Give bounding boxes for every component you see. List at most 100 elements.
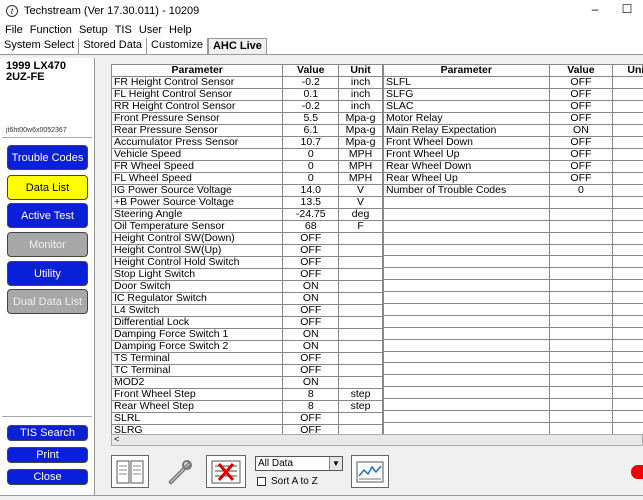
table-row[interactable]: FL Height Control Sensor 0.1 inch xyxy=(111,88,383,101)
trouble-codes-button[interactable]: Trouble Codes xyxy=(7,145,88,170)
table-row[interactable]: SLFG OFF xyxy=(383,88,643,101)
table-row[interactable]: FR Height Control Sensor -0.2 inch xyxy=(111,76,383,89)
menu-help[interactable]: Help xyxy=(169,24,192,36)
table-row[interactable] xyxy=(383,398,643,412)
table-row[interactable] xyxy=(383,279,643,293)
table-row[interactable]: SLFL OFF xyxy=(383,76,643,89)
column-header-unit[interactable]: Unit xyxy=(612,64,643,77)
table-row[interactable] xyxy=(383,326,643,340)
compare-data-icon[interactable] xyxy=(206,455,246,488)
list-view-icon[interactable] xyxy=(111,455,149,488)
table-row[interactable]: Accumulator Press Sensor 10.7 Mpa-g xyxy=(111,136,383,149)
table-row[interactable] xyxy=(383,410,643,423)
table-row[interactable]: Motor Relay OFF xyxy=(383,112,643,125)
table-row[interactable]: TC Terminal OFF xyxy=(111,364,383,377)
table-row[interactable]: Steering Angle -24.75 deg xyxy=(111,208,383,221)
graph-view-icon[interactable] xyxy=(351,455,389,488)
table-row[interactable]: IC Regulator Switch ON xyxy=(111,292,383,305)
data-list-button[interactable]: Data List xyxy=(7,175,88,200)
table-row[interactable] xyxy=(383,362,643,376)
table-row[interactable]: FR Wheel Speed 0 MPH xyxy=(111,160,383,173)
table-row[interactable]: Damping Force Switch 1 ON xyxy=(111,328,383,341)
column-header-unit[interactable]: Unit xyxy=(338,64,383,77)
table-row[interactable] xyxy=(383,338,643,352)
menu-tis[interactable]: TIS xyxy=(115,24,132,36)
table-row[interactable]: FL Wheel Speed 0 MPH xyxy=(111,172,383,185)
checkbox-box[interactable] xyxy=(257,477,266,486)
table-row[interactable]: Number of Trouble Codes 0 xyxy=(383,184,643,197)
table-row[interactable]: MOD2 ON xyxy=(111,376,383,389)
table-row[interactable]: +B Power Source Voltage 13.5 V xyxy=(111,196,383,209)
table-row[interactable] xyxy=(383,374,643,388)
table-row[interactable] xyxy=(383,421,643,434)
menu-setup[interactable]: Setup xyxy=(79,24,108,36)
table-row[interactable]: Stop Light Switch OFF xyxy=(111,268,383,281)
table-row[interactable] xyxy=(383,314,643,328)
menu-user[interactable]: User xyxy=(139,24,162,36)
column-header-parameter[interactable]: Parameter xyxy=(111,64,284,77)
tab-system-select[interactable]: System Select xyxy=(0,38,80,54)
table-row[interactable]: Front Wheel Step 8 step xyxy=(111,388,383,401)
table-row[interactable] xyxy=(383,386,643,400)
table-row[interactable]: SLAC OFF xyxy=(383,100,643,113)
table-row[interactable]: Door Switch ON xyxy=(111,280,383,293)
table-row[interactable] xyxy=(383,255,643,269)
close-button[interactable]: Close xyxy=(7,469,88,485)
horizontal-scrollbar[interactable]: < xyxy=(111,434,643,446)
value-cell xyxy=(548,255,614,269)
print-button[interactable]: Print xyxy=(7,447,88,463)
table-row[interactable] xyxy=(383,267,643,281)
table-row[interactable]: Rear Pressure Sensor 6.1 Mpa-g xyxy=(111,124,383,137)
tis-search-button[interactable]: TIS Search xyxy=(7,425,88,441)
scroll-left-arrow-icon[interactable]: < xyxy=(114,434,119,444)
wrench-tool-icon[interactable] xyxy=(163,455,197,488)
table-row[interactable] xyxy=(383,219,643,233)
tab-stored-data[interactable]: Stored Data xyxy=(79,38,148,54)
data-filter-select[interactable]: All Data ▼ xyxy=(255,456,343,471)
record-button-icon[interactable] xyxy=(631,465,643,479)
table-row[interactable]: TS Terminal OFF xyxy=(111,352,383,365)
table-row[interactable]: L4 Switch OFF xyxy=(111,304,383,317)
maximize-button[interactable]: ☐ xyxy=(612,2,642,20)
tab-customize[interactable]: Customize xyxy=(147,38,208,54)
table-row[interactable]: Main Relay Expectation ON xyxy=(383,124,643,137)
menu-function[interactable]: Function xyxy=(30,24,72,36)
utility-button[interactable]: Utility xyxy=(7,261,88,286)
table-row[interactable]: Rear Wheel Step 8 step xyxy=(111,400,383,413)
table-row[interactable]: Front Wheel Up OFF xyxy=(383,148,643,161)
table-row[interactable] xyxy=(383,231,643,245)
table-row[interactable]: Front Pressure Sensor 5.5 Mpa-g xyxy=(111,112,383,125)
menu-file[interactable]: File xyxy=(5,24,23,36)
table-row[interactable]: Vehicle Speed 0 MPH xyxy=(111,148,383,161)
table-row[interactable]: Front Wheel Down OFF xyxy=(383,136,643,149)
table-row[interactable] xyxy=(383,196,643,209)
chevron-down-icon[interactable]: ▼ xyxy=(329,457,342,470)
table-row[interactable]: SLRG OFF xyxy=(111,424,383,434)
column-header-parameter[interactable]: Parameter xyxy=(383,64,550,77)
table-row[interactable] xyxy=(383,243,643,257)
table-row[interactable] xyxy=(383,350,643,364)
table-row[interactable]: RR Height Control Sensor -0.2 inch xyxy=(111,100,383,113)
table-row[interactable]: Height Control SW(Down) OFF xyxy=(111,232,383,245)
table-row[interactable]: Height Control Hold Switch OFF xyxy=(111,256,383,269)
column-header-value[interactable]: Value xyxy=(548,64,614,77)
active-test-button[interactable]: Active Test xyxy=(7,203,88,228)
table-row[interactable] xyxy=(383,207,643,221)
table-row[interactable]: Differential Lock OFF xyxy=(111,316,383,329)
minimize-button[interactable]: – xyxy=(580,2,610,20)
table-row[interactable] xyxy=(383,303,643,316)
table-row[interactable] xyxy=(383,291,643,305)
table-row[interactable]: Oil Temperature Sensor 68 F xyxy=(111,220,383,233)
table-row[interactable]: IG Power Source Voltage 14.0 V xyxy=(111,184,383,197)
dual-data-list-button[interactable]: Dual Data List xyxy=(7,289,88,314)
value-cell: OFF xyxy=(548,160,614,173)
table-row[interactable]: Damping Force Switch 2 ON xyxy=(111,340,383,353)
monitor-button[interactable]: Monitor xyxy=(7,232,88,257)
sort-a-to-z-checkbox[interactable]: Sort A to Z xyxy=(257,476,318,487)
tab-ahc-live[interactable]: AHC Live xyxy=(207,38,267,54)
table-row[interactable]: SLRL OFF xyxy=(111,412,383,425)
table-row[interactable]: Rear Wheel Up OFF xyxy=(383,172,643,185)
table-row[interactable]: Rear Wheel Down OFF xyxy=(383,160,643,173)
table-row[interactable]: Height Control SW(Up) OFF xyxy=(111,244,383,257)
column-header-value[interactable]: Value xyxy=(282,64,340,77)
